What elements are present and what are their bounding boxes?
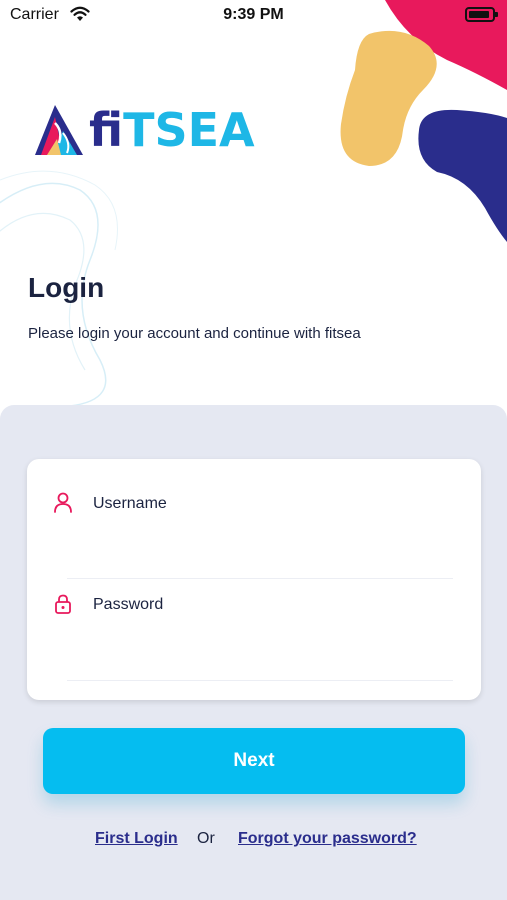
status-bar: Carrier 9:39 PM — [0, 0, 507, 30]
logo-wordmark-suffix: TSEA — [123, 103, 255, 157]
battery-icon — [465, 7, 498, 22]
clock: 9:39 PM — [223, 6, 284, 23]
logo-wordmark: fiTSEA — [89, 107, 255, 153]
fitsea-logo: fiTSEA — [33, 100, 255, 160]
password-input[interactable] — [67, 641, 451, 671]
first-login-link[interactable]: First Login — [95, 830, 178, 848]
user-icon — [54, 492, 72, 513]
forgot-password-link[interactable]: Forgot your password? — [238, 830, 417, 848]
lock-icon — [55, 594, 71, 614]
logo-wordmark-prefix: fi — [89, 103, 124, 157]
or-separator: Or — [197, 830, 215, 847]
username-input[interactable] — [67, 541, 451, 571]
page-subtitle: Please login your account and continue w… — [28, 325, 361, 342]
username-label: Username — [93, 495, 167, 512]
login-form-card: Username Password — [27, 459, 481, 700]
decorative-blobs — [340, 0, 507, 242]
logo-mark-icon — [35, 105, 83, 155]
next-button[interactable]: Next — [43, 728, 465, 794]
page-title: Login — [28, 272, 105, 303]
login-links: First Login Or Forgot your password? — [0, 830, 507, 854]
username-underline — [67, 578, 453, 579]
password-underline — [67, 680, 453, 681]
password-label: Password — [93, 596, 164, 613]
navy-blob — [418, 109, 507, 242]
